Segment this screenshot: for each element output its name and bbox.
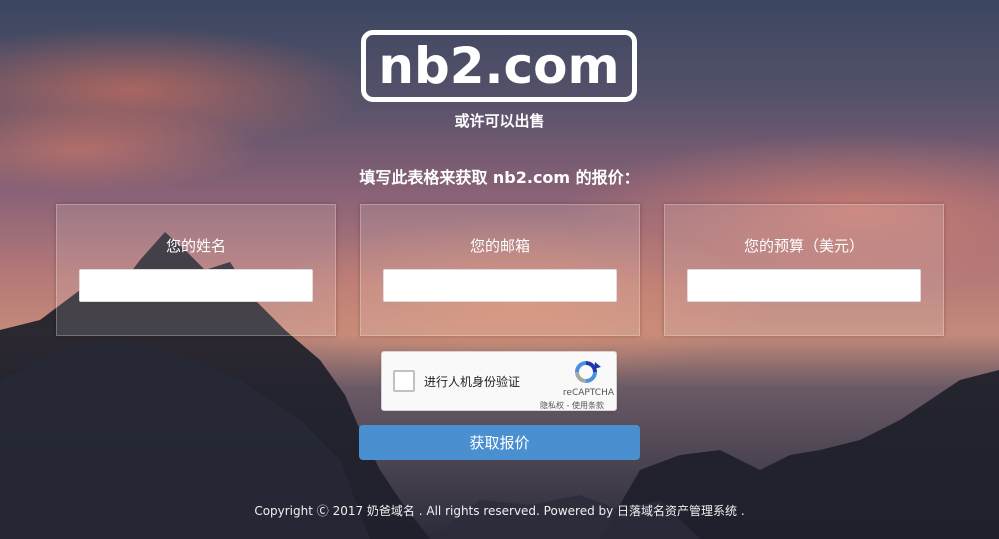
recaptcha-brand: reCAPTCHA bbox=[562, 388, 614, 398]
get-quote-button[interactable]: 获取报价 bbox=[359, 425, 640, 460]
footer-copyright: Copyright Ⓒ 2017 奶爸域名 . All rights reser… bbox=[254, 504, 745, 518]
name-label: 您的姓名 bbox=[165, 237, 226, 255]
email-input[interactable] bbox=[383, 269, 617, 302]
budget-card: 您的预算（美元） bbox=[664, 204, 944, 336]
budget-input[interactable] bbox=[687, 269, 921, 302]
budget-label: 您的预算（美元） bbox=[743, 237, 864, 255]
name-input[interactable] bbox=[79, 269, 313, 302]
captcha-label: 进行人机身份验证 bbox=[424, 375, 521, 389]
captcha-checkbox[interactable] bbox=[393, 370, 415, 392]
recaptcha-icon bbox=[575, 361, 601, 383]
recaptcha-widget: 进行人机身份验证 reCAPTCHA 隐私权 - 使用条款 bbox=[381, 351, 617, 411]
name-card: 您的姓名 bbox=[56, 204, 336, 336]
email-label: 您的邮箱 bbox=[469, 237, 530, 255]
logo-text: nb2.com bbox=[378, 37, 620, 95]
captcha-links[interactable]: 隐私权 - 使用条款 bbox=[540, 400, 604, 411]
form-prompt: 填写此表格来获取 nb2.com 的报价： bbox=[359, 168, 640, 187]
site-logo: nb2.com bbox=[361, 30, 637, 102]
subtitle: 或许可以出售 bbox=[454, 112, 545, 130]
email-card: 您的邮箱 bbox=[360, 204, 640, 336]
